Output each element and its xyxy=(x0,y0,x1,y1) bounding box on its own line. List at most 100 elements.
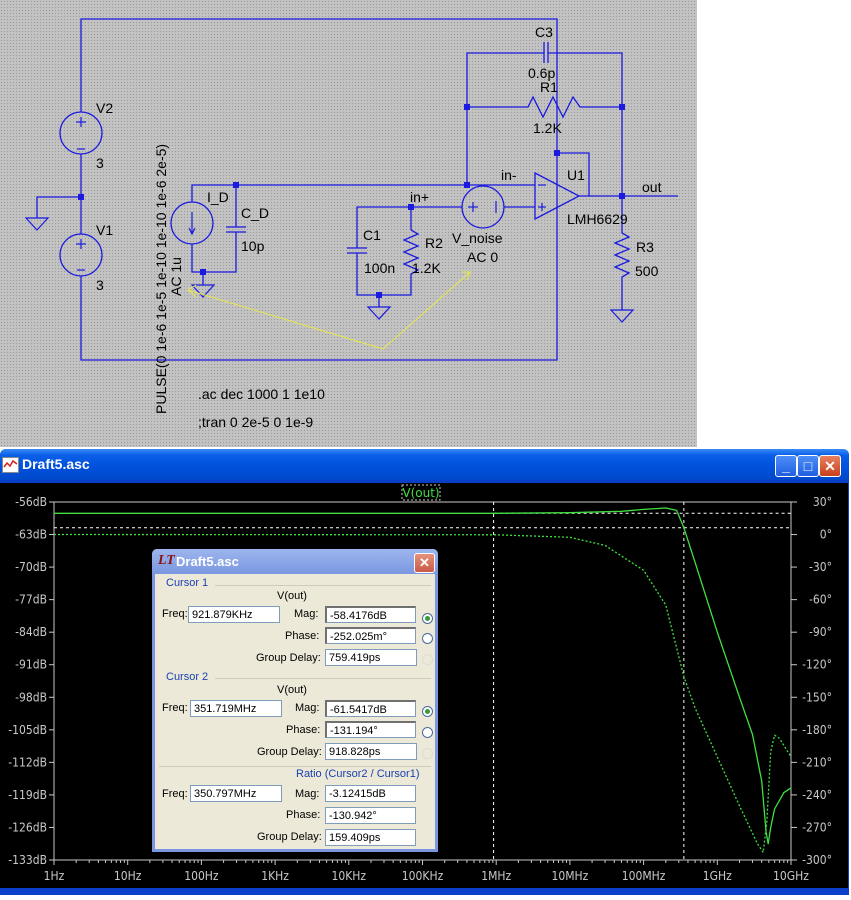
y-tick-label: -98dB xyxy=(15,690,47,704)
close-button[interactable]: ✕ xyxy=(819,455,841,477)
v-noise-label[interactable]: V_noise xyxy=(452,230,503,246)
waveform-title-bar[interactable]: Draft5.asc _ □ ✕ xyxy=(0,449,849,480)
pulse-value[interactable]: PULSE(0 1e-6 1e-5 1e-10 1e-10 1e-6 2e-5) xyxy=(153,144,169,414)
cursor2-freq-field[interactable]: 351.719MHz xyxy=(190,700,282,717)
c1-label[interactable]: C1 xyxy=(363,227,381,243)
ratio-header: Ratio (Cursor2 / Cursor1) xyxy=(296,768,420,780)
x-tick-label: 10Hz xyxy=(114,869,142,883)
net-label-in-plus[interactable]: in+ xyxy=(410,189,429,205)
cursor2-header: Cursor 2 xyxy=(166,671,209,683)
maximize-button[interactable]: □ xyxy=(797,455,819,477)
cursor1-gd-label: Group Delay: xyxy=(256,652,321,664)
wires xyxy=(36,18,678,361)
ratio-freq-label: Freq: xyxy=(162,788,188,800)
c-d-value[interactable]: 10p xyxy=(241,238,265,254)
trace-label-vout[interactable]: V(out) xyxy=(402,486,439,500)
r1-value[interactable]: 1.2K xyxy=(533,120,562,136)
annotation-arrows xyxy=(187,271,471,350)
c-d-label[interactable]: C_D xyxy=(241,205,269,221)
x-tick-label: 100Hz xyxy=(184,869,219,883)
y2-tick-label: -300° xyxy=(802,853,832,867)
cursor1-gd-radio xyxy=(422,654,433,665)
v-noise-value[interactable]: AC 0 xyxy=(467,249,498,265)
y2-tick-label: 0° xyxy=(820,528,832,542)
schematic-editor[interactable]: V2 3 V1 3 PULSE(0 1e-6 1e-5 1e-10 1e-10 … xyxy=(0,0,697,447)
cursor1-mag-label: Mag: xyxy=(294,608,319,620)
cursor2-phase-label: Phase: xyxy=(286,724,321,736)
cursor1-freq-label: Freq: xyxy=(162,608,188,620)
y-tick-label: -133dB xyxy=(8,853,47,867)
ac-directive[interactable]: .ac dec 1000 1 1e10 xyxy=(198,386,325,402)
cursor1-header: Cursor 1 xyxy=(166,577,209,589)
u1-label[interactable]: U1 xyxy=(567,167,585,183)
x-tick-label: 1Hz xyxy=(44,869,65,883)
y-tick-label: -105dB xyxy=(8,723,47,737)
i-d-label[interactable]: I_D xyxy=(207,189,229,205)
y-tick-label: -63dB xyxy=(15,528,47,542)
x-tick-label: 1GHz xyxy=(703,869,732,883)
cursor2-freq-label: Freq: xyxy=(162,702,188,714)
i-d-ac-value[interactable]: AC 1u xyxy=(168,257,184,296)
cursor1-mag-radio[interactable] xyxy=(422,613,433,624)
c1-value[interactable]: 100n xyxy=(364,260,395,276)
y-tick-label: -77dB xyxy=(15,593,47,607)
r2-value[interactable]: 1.2K xyxy=(412,260,441,276)
cursor2-phase-radio[interactable] xyxy=(422,727,433,738)
y-tick-label: -112dB xyxy=(8,755,47,769)
dialog-close-button[interactable]: ✕ xyxy=(414,553,435,573)
x-tick-label: 10GHz xyxy=(773,869,809,883)
ratio-mag-field: -3.12415dB xyxy=(325,785,416,802)
cursor2-mag-label: Mag: xyxy=(295,702,320,714)
r3-value[interactable]: 500 xyxy=(635,263,659,279)
y2-tick-label: -30° xyxy=(809,560,832,574)
v2-value[interactable]: 3 xyxy=(96,155,104,171)
x-tick-label: 1KHz xyxy=(261,869,289,883)
net-label-in-minus[interactable]: in- xyxy=(501,167,517,183)
y-tick-label: -84dB xyxy=(15,625,47,639)
cursor1-gd-field: 759.419ps xyxy=(325,649,417,666)
x-tick-label: 100KHz xyxy=(402,869,444,883)
r2-label[interactable]: R2 xyxy=(425,235,443,251)
ratio-freq-field: 350.797MHz xyxy=(190,785,282,802)
ratio-phase-label: Phase: xyxy=(286,809,321,821)
v2-label[interactable]: V2 xyxy=(96,100,113,116)
cursor-dialog-body: Cursor 1 V(out) Freq: 921.879KHz Mag: -5… xyxy=(155,574,435,849)
c3-label[interactable]: C3 xyxy=(535,24,553,40)
tran-directive[interactable]: ;tran 0 2e-5 0 1e-9 xyxy=(198,414,313,430)
minimize-button[interactable]: _ xyxy=(775,455,797,477)
cursor-dialog-title: Draft5.asc xyxy=(176,554,239,569)
waveform-window-title: Draft5.asc xyxy=(22,456,90,472)
r3-label[interactable]: R3 xyxy=(636,239,654,255)
cursor1-trace: V(out) xyxy=(277,590,307,602)
cursor2-trace: V(out) xyxy=(277,684,307,696)
y2-tick-label: -240° xyxy=(802,788,832,802)
ground-symbols xyxy=(24,217,635,323)
v1-label[interactable]: V1 xyxy=(96,222,113,238)
ratio-gd-label: Group Delay: xyxy=(257,831,322,843)
net-label-out[interactable]: out xyxy=(642,179,662,195)
y-tick-label: -70dB xyxy=(15,560,47,574)
y2-tick-label: -150° xyxy=(802,690,832,704)
source-symbols xyxy=(76,117,546,271)
r1-label[interactable]: R1 xyxy=(540,79,558,95)
cursor2-gd-radio xyxy=(422,748,433,759)
schematic-canvas[interactable]: V2 3 V1 3 PULSE(0 1e-6 1e-5 1e-10 1e-10 … xyxy=(0,0,697,447)
y-tick-label: -91dB xyxy=(15,658,47,672)
cursor2-gd-field: 918.828ps xyxy=(325,743,417,760)
x-tick-label: 100MHz xyxy=(622,869,666,883)
x-tick-label: 10MHz xyxy=(551,869,588,883)
cursor1-phase-radio[interactable] xyxy=(422,633,433,644)
u1-model[interactable]: LMH6629 xyxy=(567,211,628,227)
v1-value[interactable]: 3 xyxy=(96,277,104,293)
cursor2-gd-label: Group Delay: xyxy=(257,746,322,758)
cursor-dialog: LT Draft5.asc ✕ Cursor 1 V(out) Freq: 92… xyxy=(152,549,438,852)
y2-tick-label: -270° xyxy=(802,820,832,834)
y2-tick-label: -210° xyxy=(802,755,832,769)
ratio-mag-label: Mag: xyxy=(295,788,320,800)
cursor1-phase-field: -252.025m° xyxy=(325,627,416,644)
cursor1-freq-field[interactable]: 921.879KHz xyxy=(188,606,280,623)
cursor2-mag-field: -61.5417dB xyxy=(325,700,416,717)
cursor-dialog-title-bar[interactable]: LT Draft5.asc ✕ xyxy=(152,549,438,574)
cursor2-phase-field: -131.194° xyxy=(325,721,416,738)
cursor2-mag-radio[interactable] xyxy=(422,706,433,717)
